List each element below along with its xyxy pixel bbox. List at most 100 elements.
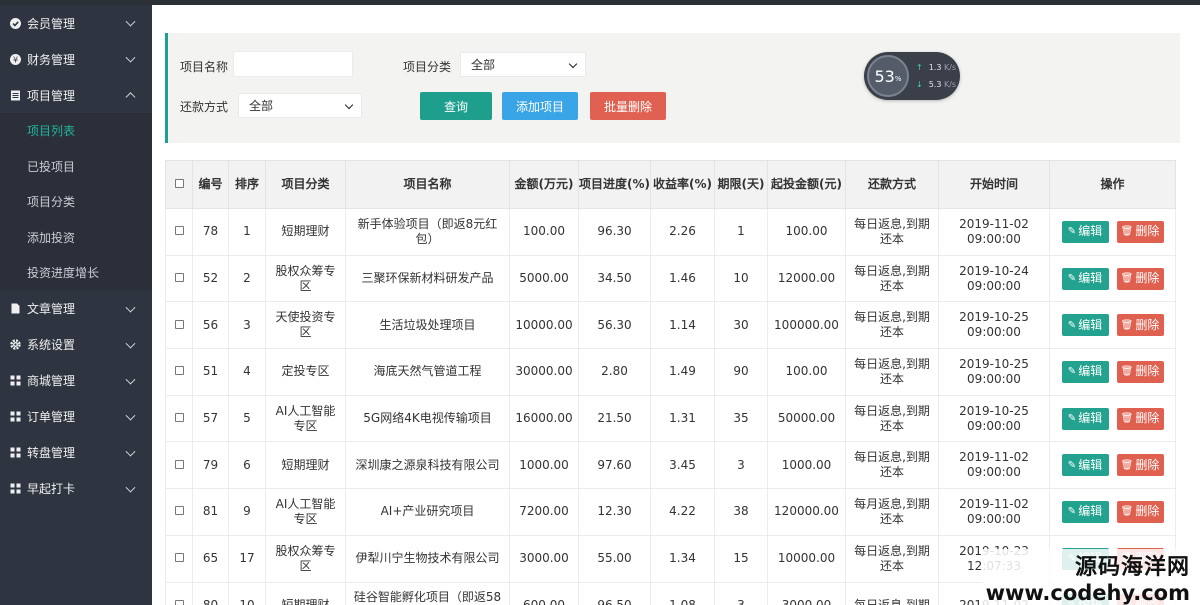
row-checkbox[interactable] [174,599,184,605]
cell-repay: 每日返息,到期还本 [845,348,939,396]
cell-name: 生活垃圾处理项目 [345,301,510,350]
batch-delete-button[interactable]: 批量删除 [590,92,666,120]
cell-term: 1 [714,208,768,256]
edit-button[interactable]: ✎编辑 [1061,407,1109,430]
delete-label: 删除 [1135,411,1160,426]
row-checkbox[interactable] [174,459,184,469]
repay-select[interactable]: 全部 [238,93,362,118]
row-checkbox[interactable] [174,506,184,516]
table-row: 81 9 AI人工智能专区 AI+产业研究项目 7200.00 12.30 4.22 38 12… [165,488,1176,536]
table-row: 56 3 天使投资专区 生活垃圾处理项目 10000.00 56.30 1.14 30 1000… [165,301,1176,350]
row-checkbox[interactable] [174,319,184,329]
sidebar-item-projects[interactable]: 项目管理 [0,77,152,113]
row-checkbox[interactable] [174,226,184,236]
cell-amount: 7200.00 [509,488,579,536]
cell-actions: ✎编辑 🗑删除 [1049,348,1176,396]
query-button[interactable]: 查询 [420,92,492,120]
row-select-cell [165,441,193,490]
cell-amount: 5000.00 [509,254,579,303]
upload-speed-value: 1.3 [928,63,942,72]
cell-min-invest: 100.00 [767,348,846,396]
sidebar-item-early-checkin[interactable]: 早起打卡 [0,471,152,507]
cell-term: 30 [714,301,768,350]
select-all-checkbox[interactable] [174,179,184,188]
watermark: 源码海洋网 www.codehy.com [981,549,1194,605]
cell-progress: 55.00 [578,534,651,583]
cell-term: 15 [714,534,768,583]
delete-button[interactable]: 🗑删除 [1116,314,1164,337]
header-amount: 金额(万元) [509,160,579,209]
sidebar-item-settings[interactable]: 系统设置 [0,327,152,363]
edit-label: 编辑 [1078,504,1103,519]
cell-progress: 56.30 [578,301,651,350]
top-bar [0,0,1200,5]
edit-icon: ✎ [1067,413,1077,425]
cell-rate: 2.26 [650,208,715,256]
sidebar-sub-invested[interactable]: 已投项目 [0,149,152,185]
cell-min-invest: 1000.00 [767,441,846,490]
sidebar-sub-progress-growth[interactable]: 投资进度增长 [0,255,152,291]
delete-button[interactable]: 🗑删除 [1116,407,1164,430]
cell-progress: 96.30 [578,208,651,256]
row-checkbox[interactable] [174,413,184,423]
cell-start: 2019-11-02 09:00:00 [938,488,1050,536]
upload-speed-unit: K/s [943,63,957,72]
edit-button[interactable]: ✎编辑 [1061,500,1109,523]
row-checkbox[interactable] [174,553,184,563]
delete-button[interactable]: 🗑删除 [1116,267,1164,290]
row-checkbox[interactable] [174,366,184,376]
cell-start: 2019-10-25 09:00:00 [938,348,1050,396]
table-row: 57 5 AI人工智能专区 5G网络4K电视传输项目 16000.00 21.50 1.31… [165,394,1176,443]
edit-button[interactable]: ✎编辑 [1061,454,1109,477]
sidebar-item-finance[interactable]: ¥ 财务管理 [0,41,152,77]
sidebar-item-mall[interactable]: 商城管理 [0,363,152,399]
cell-id: 52 [192,254,229,303]
cell-id: 56 [192,301,229,350]
cell-start: 2019-10-25 09:00:00 [938,394,1050,443]
cell-amount: 30000.00 [509,348,579,396]
category-select[interactable]: 全部 [460,52,586,77]
sidebar-item-wheel[interactable]: 转盘管理 [0,435,152,471]
sidebar-sub-category[interactable]: 项目分类 [0,184,152,220]
cell-amount: 600.00 [509,581,579,605]
trash-icon: 🗑 [1120,506,1134,518]
edit-button[interactable]: ✎编辑 [1061,220,1109,243]
add-project-button[interactable]: 添加项目 [502,92,578,120]
delete-button[interactable]: 🗑删除 [1116,454,1164,477]
row-select-cell [165,394,193,443]
cell-rate: 1.14 [650,301,715,350]
cell-term: 38 [714,488,768,536]
delete-button[interactable]: 🗑删除 [1116,500,1164,523]
cell-actions: ✎编辑 🗑删除 [1049,488,1176,536]
sidebar-item-label: 转盘管理 [27,446,76,460]
cell-repay: 每月返息,到期还本 [845,488,939,536]
delete-button[interactable]: 🗑删除 [1116,220,1164,243]
cpu-percent: 53 [874,66,895,86]
chevron-down-icon [125,482,136,493]
cell-id: 51 [192,348,229,396]
sidebar-item-orders[interactable]: 订单管理 [0,399,152,435]
watermark-line1: 源码海洋网 [981,549,1194,581]
row-checkbox[interactable] [174,273,184,283]
cell-min-invest: 100.00 [767,208,846,256]
sidebar-sub-project-list[interactable]: 项目列表 [0,113,152,149]
yen-icon: ¥ [10,53,21,65]
project-name-input[interactable] [233,51,353,77]
cell-min-invest: 100000.00 [767,301,846,350]
project-table: 编号 排序 项目分类 项目名称 金额(万元) 项目进度(%) 收益率(%) 期限… [165,160,1176,605]
sidebar-sub-add-investment[interactable]: 添加投资 [0,220,152,256]
cell-category: 股权众筹专区 [265,254,346,303]
cell-actions: ✎编辑 🗑删除 [1049,301,1176,350]
grid-icon [10,411,21,422]
cell-rate: 4.22 [650,488,715,536]
delete-label: 删除 [1135,224,1160,239]
edit-button[interactable]: ✎编辑 [1061,267,1109,290]
trash-icon: 🗑 [1120,459,1134,471]
edit-button[interactable]: ✎编辑 [1061,314,1109,337]
edit-button[interactable]: ✎编辑 [1061,360,1109,383]
delete-button[interactable]: 🗑删除 [1116,360,1164,383]
sidebar-item-members[interactable]: 会员管理 [0,5,152,41]
cell-id: 81 [192,488,229,536]
sidebar: 会员管理 ¥ 财务管理 项目管理 项目列表 已投项目 项目分类 添加投资 投资进… [0,5,152,605]
sidebar-item-articles[interactable]: 文章管理 [0,291,152,327]
